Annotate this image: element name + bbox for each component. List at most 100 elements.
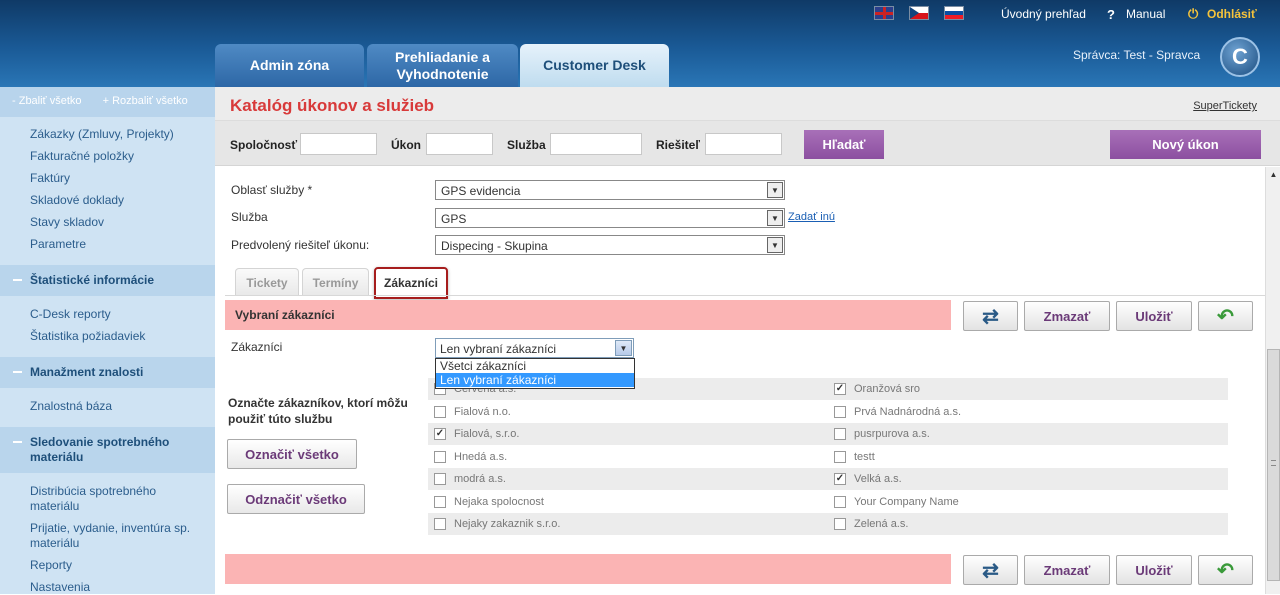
- customer-checkbox[interactable]: [834, 473, 846, 485]
- scroll-grip: [1271, 460, 1276, 466]
- sidebar-header-material[interactable]: Sledovanie spotrebného materiálu: [0, 427, 215, 473]
- customer-name: Nejaky zakaznik s.r.o.: [454, 518, 561, 530]
- title-bar: Katalóg úkonov a služieb SuperTickety: [215, 87, 1280, 121]
- customer-checkbox[interactable]: [834, 518, 846, 530]
- selected-customers-label: Vybraní zákazníci: [235, 308, 335, 322]
- customer-item: modrá a.s.: [434, 468, 506, 490]
- overview-link[interactable]: Úvodný prehľad: [1001, 7, 1086, 21]
- sidebar-item-settings[interactable]: Nastavenia: [0, 580, 215, 595]
- company-input[interactable]: [300, 133, 377, 155]
- back-arrow-icon: ↶: [1217, 305, 1234, 328]
- save-button-bottom[interactable]: Uložiť: [1116, 555, 1192, 585]
- sidebar-item-request-stats[interactable]: Štatistika požiadaviek: [0, 329, 215, 344]
- customer-checkbox[interactable]: [834, 405, 846, 418]
- sidebar-item-invoices[interactable]: Faktúry: [0, 171, 215, 186]
- delete-button[interactable]: Zmazať: [1024, 301, 1110, 331]
- slovak-flag-icon[interactable]: [944, 6, 964, 20]
- sidebar-item-material-inventory[interactable]: Prijatie, vydanie, inventúra sp. materiá…: [0, 521, 215, 551]
- expand-all-link[interactable]: + Rozbaliť všetko: [103, 95, 188, 107]
- sidebar-header-knowledge[interactable]: Manažment znalosti: [0, 357, 215, 388]
- solver-input[interactable]: [705, 133, 782, 155]
- back-button-bottom[interactable]: ↶: [1198, 555, 1253, 585]
- customer-checkbox[interactable]: [834, 450, 846, 463]
- sidebar-item-knowledge-base[interactable]: Znalostná báza: [0, 399, 215, 414]
- help-icon[interactable]: ?: [1107, 7, 1115, 22]
- admin-user-label: Správca: Test - Spravca: [1073, 48, 1201, 62]
- logout-link[interactable]: Odhlásiť: [1207, 7, 1257, 21]
- enter-other-link[interactable]: Zadať inú: [788, 211, 835, 223]
- customer-checkbox[interactable]: [834, 383, 846, 395]
- power-icon[interactable]: ⏻: [1188, 6, 1198, 22]
- sidebar-group-main: Zákazky (Zmluvy, Projekty) Fakturačné po…: [0, 117, 215, 252]
- table-row: Hnedá a.s. testt: [428, 446, 1228, 468]
- chevron-down-icon[interactable]: ▼: [767, 182, 783, 198]
- back-button[interactable]: ↶: [1198, 301, 1253, 331]
- customer-item: Nejaka spolocnost: [434, 491, 544, 513]
- sidebar-item-invoice-items[interactable]: Fakturačné položky: [0, 149, 215, 164]
- tab-overview-evaluation[interactable]: Prehliadanie a Vyhodnotenie: [367, 44, 518, 87]
- back-arrow-icon: ↶: [1217, 559, 1234, 582]
- filter-bar: Spoločnosť Úkon Služba Riešiteľ Hľadať N…: [215, 121, 1280, 166]
- customer-checkbox[interactable]: [834, 495, 846, 508]
- sidebar-item-reports[interactable]: Reporty: [0, 558, 215, 573]
- delete-button-bottom[interactable]: Zmazať: [1024, 555, 1110, 585]
- english-flag-icon[interactable]: [874, 6, 894, 20]
- tab-customer-desk[interactable]: Customer Desk: [520, 44, 669, 87]
- unmark-all-button[interactable]: Odznačiť všetko: [227, 484, 365, 514]
- scroll-up-icon[interactable]: ▲: [1266, 167, 1280, 182]
- customer-checkbox[interactable]: [434, 405, 446, 418]
- tab-tickets[interactable]: Tickety: [235, 268, 299, 296]
- refresh-button-bottom[interactable]: ⇄: [963, 555, 1018, 585]
- sidebar-item-parameters[interactable]: Parametre: [0, 237, 215, 252]
- sidebar-header-statistics[interactable]: Štatistické informácie: [0, 265, 215, 296]
- page-title: Katalóg úkonov a služieb: [230, 96, 435, 115]
- manual-link[interactable]: Manual: [1126, 7, 1165, 21]
- dropdown-option-selected[interactable]: Len vybraní zákazníci: [436, 373, 634, 387]
- customer-checkbox[interactable]: [434, 495, 446, 508]
- tab-admin-zone[interactable]: Admin zóna: [215, 44, 364, 87]
- service-label: Služba: [507, 138, 546, 152]
- customer-checkbox[interactable]: [834, 428, 846, 440]
- sidebar-item-cdesk-reports[interactable]: C-Desk reporty: [0, 307, 215, 322]
- customer-item: Nejaky zakaznik s.r.o.: [434, 513, 560, 535]
- default-solver-label: Predvolený riešiteľ úkonu:: [231, 238, 370, 252]
- sidebar-item-material-distribution[interactable]: Distribúcia spotrebného materiálu: [0, 484, 215, 514]
- collapse-all-link[interactable]: - Zbaliť všetko: [12, 95, 82, 107]
- czech-flag-icon[interactable]: [909, 6, 929, 20]
- customer-item: pusrpurova a.s.: [834, 423, 930, 445]
- chevron-down-icon[interactable]: ▼: [767, 210, 783, 226]
- sidebar-item-stock-levels[interactable]: Stavy skladov: [0, 215, 215, 230]
- customer-name: Hnedá a.s.: [454, 450, 508, 463]
- scroll-thumb[interactable]: [1267, 349, 1280, 581]
- new-task-button[interactable]: Nový úkon: [1110, 130, 1261, 159]
- search-button[interactable]: Hľadať: [804, 130, 884, 159]
- task-input[interactable]: [426, 133, 493, 155]
- main-content: Katalóg úkonov a služieb SuperTickety Sp…: [215, 87, 1280, 594]
- sidebar-item-stock-docs[interactable]: Skladové doklady: [0, 193, 215, 208]
- service-select[interactable]: GPS ▼: [435, 208, 785, 228]
- dropdown-option-all[interactable]: Všetci zákazníci: [436, 359, 634, 373]
- customer-checkbox[interactable]: [434, 428, 446, 440]
- customer-item: Your Company Name: [834, 491, 959, 513]
- supertickety-link[interactable]: SuperTickety: [1193, 100, 1257, 112]
- tab-divider: [225, 295, 1265, 296]
- save-button[interactable]: Uložiť: [1116, 301, 1192, 331]
- vertical-scrollbar[interactable]: ▲: [1265, 167, 1280, 594]
- refresh-button[interactable]: ⇄: [963, 301, 1018, 331]
- default-solver-select[interactable]: Dispecing - Skupina ▼: [435, 235, 785, 255]
- top-header: Úvodný prehľad ? Manual ⏻ Odhlásiť Admin…: [0, 0, 1280, 87]
- chevron-down-icon[interactable]: ▼: [767, 237, 783, 253]
- customer-checkbox[interactable]: [434, 473, 446, 485]
- customer-filter-value: Len vybraní zákazníci: [440, 342, 557, 356]
- customer-item: Fialová n.o.: [434, 401, 511, 423]
- tab-deadlines[interactable]: Termíny: [302, 268, 369, 296]
- mark-all-button[interactable]: Označiť všetko: [227, 439, 357, 469]
- sidebar-item-orders[interactable]: Zákazky (Zmluvy, Projekty): [0, 127, 215, 142]
- customer-filter-select[interactable]: Len vybraní zákazníci ▼: [435, 338, 634, 358]
- service-input[interactable]: [550, 133, 642, 155]
- customer-name: Your Company Name: [854, 495, 959, 508]
- customer-checkbox[interactable]: [434, 518, 446, 530]
- service-area-select[interactable]: GPS evidencia ▼: [435, 180, 785, 200]
- customer-checkbox[interactable]: [434, 450, 446, 463]
- chevron-down-icon[interactable]: ▼: [615, 340, 632, 356]
